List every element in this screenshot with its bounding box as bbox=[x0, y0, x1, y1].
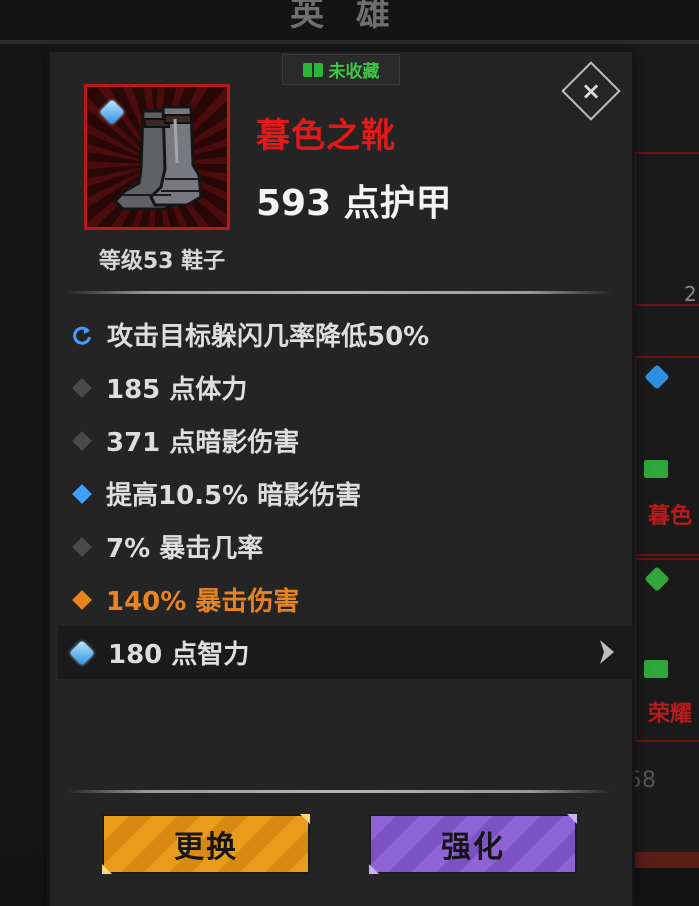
swap-button-label: 更换 bbox=[174, 830, 238, 865]
book-icon bbox=[644, 460, 668, 478]
chevron-right-icon[interactable] bbox=[596, 638, 618, 666]
background-item-card[interactable]: 荣耀 bbox=[634, 558, 699, 742]
item-name: 暮色之靴 bbox=[256, 116, 396, 156]
divider bbox=[66, 790, 612, 793]
stat-label: 提高10.5% 暗影伤害 bbox=[106, 481, 362, 511]
upgrade-button-label: 强化 bbox=[441, 830, 505, 865]
collection-status-label: 未收藏 bbox=[328, 62, 380, 82]
grey-diamond-icon bbox=[72, 377, 92, 398]
button-corner bbox=[102, 864, 112, 874]
stat-row: 371 点暗影伤害 bbox=[66, 414, 626, 467]
boots-icon bbox=[112, 105, 203, 211]
button-corner bbox=[300, 814, 310, 824]
book-icon bbox=[644, 660, 668, 678]
background-left-panel bbox=[0, 44, 50, 906]
item-portrait bbox=[84, 84, 230, 230]
gem-socket-row[interactable]: 180 点智力 bbox=[58, 626, 634, 679]
stat-row: 提高10.5% 暗影伤害 bbox=[66, 467, 626, 520]
stat-label: 371 点暗影伤害 bbox=[106, 428, 300, 458]
background-number: 58 bbox=[628, 768, 656, 793]
divider bbox=[66, 291, 612, 294]
stat-label: 7% 暴击几率 bbox=[106, 534, 264, 564]
button-corner bbox=[567, 814, 577, 824]
button-corner bbox=[369, 864, 379, 874]
stat-label: 140% 暴击伤害 bbox=[106, 587, 300, 617]
background-card-label: 荣耀 bbox=[648, 702, 693, 727]
background-item-card[interactable]: 暮色 bbox=[634, 356, 699, 556]
stat-row: 140% 暴击伤害 bbox=[66, 573, 626, 626]
grey-diamond-icon bbox=[72, 430, 92, 451]
background-card-number: 2 bbox=[684, 282, 697, 306]
swap-button[interactable]: 更换 bbox=[102, 814, 310, 874]
cycle-icon bbox=[71, 324, 93, 346]
stat-row: 185 点体力 bbox=[66, 361, 626, 414]
orange-diamond-icon bbox=[72, 589, 92, 610]
stat-label: 185 点体力 bbox=[106, 375, 248, 405]
stat-row: 攻击目标躲闪几率降低50% bbox=[66, 308, 626, 361]
collection-status-tag: 未收藏 bbox=[282, 54, 400, 85]
green-gem-icon bbox=[644, 566, 670, 592]
upgrade-button[interactable]: 强化 bbox=[369, 814, 577, 874]
background-divider bbox=[0, 40, 699, 44]
background-bottom-accent bbox=[634, 852, 699, 868]
grey-diamond-icon bbox=[72, 536, 92, 557]
book-icon bbox=[302, 62, 323, 77]
background-card-label: 暮色 bbox=[648, 504, 693, 529]
stat-row: 7% 暴击几率 bbox=[66, 520, 626, 573]
close-icon[interactable]: × bbox=[570, 70, 612, 112]
item-stat-list: 攻击目标躲闪几率降低50% 185 点体力 371 点暗影伤害 提高10.5% … bbox=[58, 308, 634, 679]
stat-label: 180 点智力 bbox=[108, 640, 250, 670]
background-screen-title: 英 雄 bbox=[290, 0, 400, 34]
item-armor-value: 593 点护甲 bbox=[256, 183, 452, 224]
blue-gem-icon bbox=[644, 364, 670, 390]
blue-diamond-icon bbox=[72, 483, 92, 504]
stat-label: 攻击目标躲闪几率降低50% bbox=[107, 322, 430, 352]
item-level-type: 等级53 鞋子 bbox=[98, 249, 226, 274]
blue-gem-icon bbox=[69, 639, 95, 666]
